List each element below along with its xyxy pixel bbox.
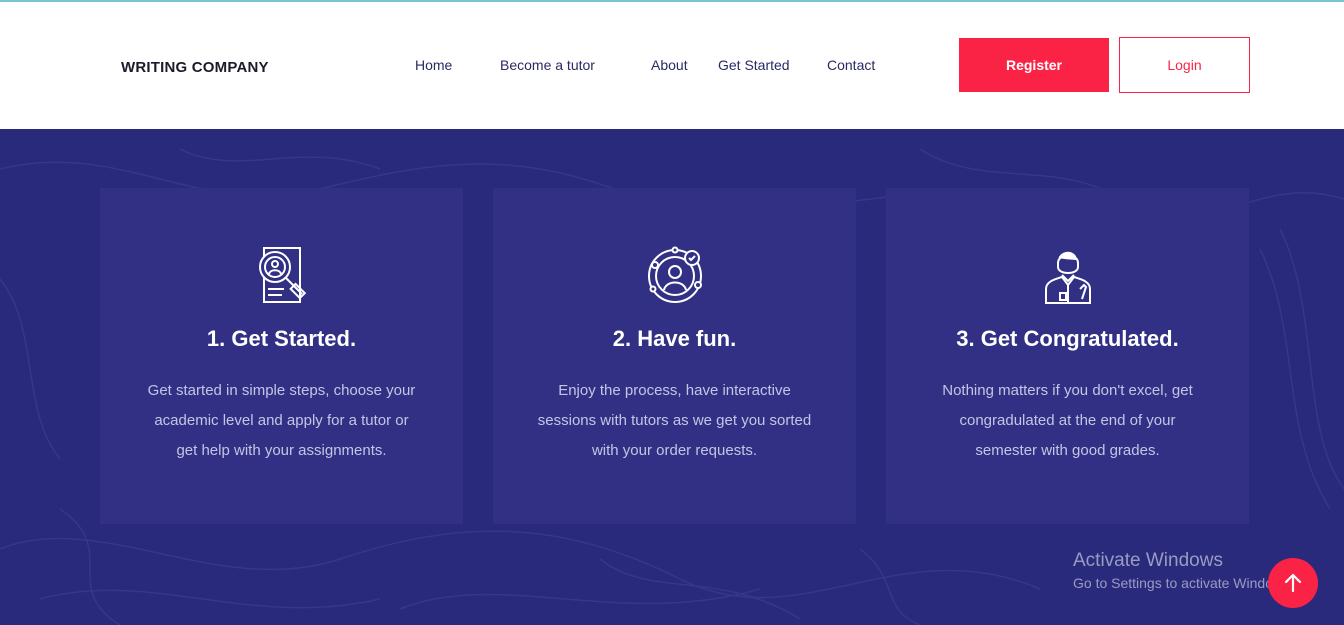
step-description: Nothing matters if you don't excel, get …: [942, 382, 1193, 459]
step-title: 1. Get Started.: [206, 326, 357, 351]
step-card-get-congratulated: 3. Get Congratulated. Nothing matters if…: [886, 188, 1249, 524]
activate-windows-title: Activate Windows: [1073, 550, 1223, 571]
nav-about[interactable]: About: [651, 57, 688, 73]
step-title: 3. Get Congratulated.: [956, 326, 1179, 351]
step-card-get-started: 1. Get Started. Get started in simple st…: [100, 188, 463, 524]
nav-become-tutor[interactable]: Become a tutor: [500, 57, 595, 73]
nav-home[interactable]: Home: [415, 57, 452, 73]
resume-search-icon: [258, 247, 306, 303]
login-button[interactable]: Login: [1119, 37, 1250, 93]
site-logo[interactable]: WRITING COMPANY: [121, 59, 269, 76]
activate-windows-subtitle: Go to Settings to activate Windows.: [1073, 575, 1294, 591]
site-header: WRITING COMPANY Home Become a tutor Abou…: [0, 2, 1344, 129]
nav-get-started[interactable]: Get Started: [718, 57, 790, 73]
graduate-icon: [1044, 251, 1091, 304]
step-description: Enjoy the process, have interactive sess…: [537, 382, 812, 459]
step-card-have-fun: 2. Have fun. Enjoy the process, have int…: [493, 188, 856, 524]
nav-contact[interactable]: Contact: [827, 57, 875, 73]
arrow-up-icon: [1284, 573, 1302, 593]
step-description: Get started in simple steps, choose your…: [147, 382, 416, 459]
register-button[interactable]: Register: [959, 38, 1109, 92]
scroll-to-top-button[interactable]: [1268, 558, 1318, 608]
step-title: 2. Have fun.: [612, 326, 737, 351]
user-target-icon: [647, 246, 702, 303]
how-it-works-section: 1. Get Started. Get started in simple st…: [0, 129, 1344, 625]
